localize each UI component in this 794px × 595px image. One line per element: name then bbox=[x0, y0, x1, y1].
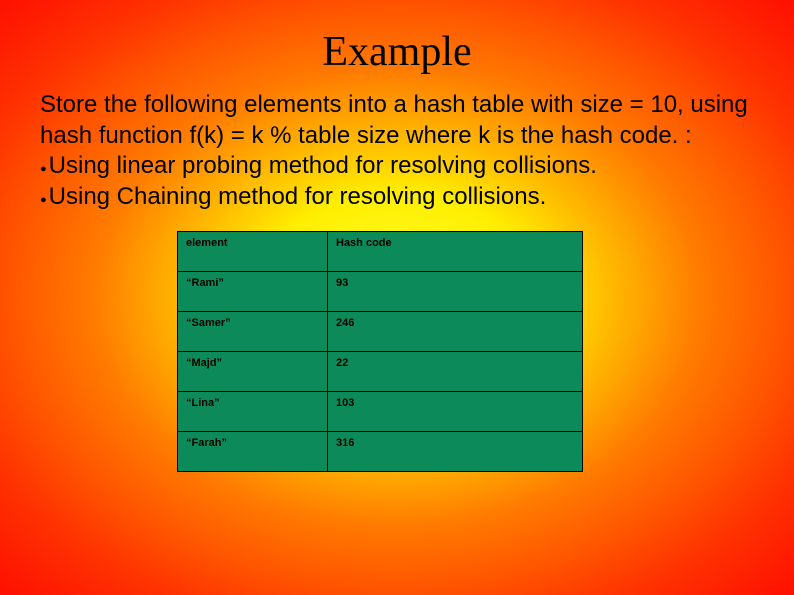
cell-hashcode: 103 bbox=[328, 391, 583, 431]
header-element: element bbox=[178, 231, 328, 271]
slide-body: Store the following elements into a hash… bbox=[40, 90, 754, 213]
cell-element: “Lina” bbox=[178, 391, 328, 431]
bullet-text: Using Chaining method for resolving coll… bbox=[49, 183, 547, 210]
bullet-dot-icon: ● bbox=[40, 163, 47, 175]
slide-content: Example Store the following elements int… bbox=[40, 28, 754, 472]
bullet-linear-probing: ●Using linear probing method for resolvi… bbox=[40, 151, 754, 182]
problem-statement: Store the following elements into a hash… bbox=[40, 90, 754, 151]
slide-title: Example bbox=[40, 28, 754, 76]
table-row: “Rami” 93 bbox=[178, 271, 583, 311]
bullet-chaining: ●Using Chaining method for resolving col… bbox=[40, 182, 754, 213]
cell-hashcode: 93 bbox=[328, 271, 583, 311]
cell-hashcode: 246 bbox=[328, 311, 583, 351]
table-row: “Farah” 316 bbox=[178, 431, 583, 471]
table-header-row: element Hash code bbox=[178, 231, 583, 271]
cell-hashcode: 22 bbox=[328, 351, 583, 391]
cell-element: “Majd” bbox=[178, 351, 328, 391]
cell-element: “Rami” bbox=[178, 271, 328, 311]
cell-element: “Farah” bbox=[178, 431, 328, 471]
bullet-dot-icon: ● bbox=[40, 194, 47, 206]
bullet-text: Using linear probing method for resolvin… bbox=[49, 152, 597, 179]
table-row: “Samer” 246 bbox=[178, 311, 583, 351]
hash-table: element Hash code “Rami” 93 “Samer” 246 … bbox=[177, 231, 583, 472]
table-row: “Majd” 22 bbox=[178, 351, 583, 391]
cell-hashcode: 316 bbox=[328, 431, 583, 471]
header-hashcode: Hash code bbox=[328, 231, 583, 271]
slide-background: Example Store the following elements int… bbox=[0, 0, 794, 595]
cell-element: “Samer” bbox=[178, 311, 328, 351]
table-row: “Lina” 103 bbox=[178, 391, 583, 431]
